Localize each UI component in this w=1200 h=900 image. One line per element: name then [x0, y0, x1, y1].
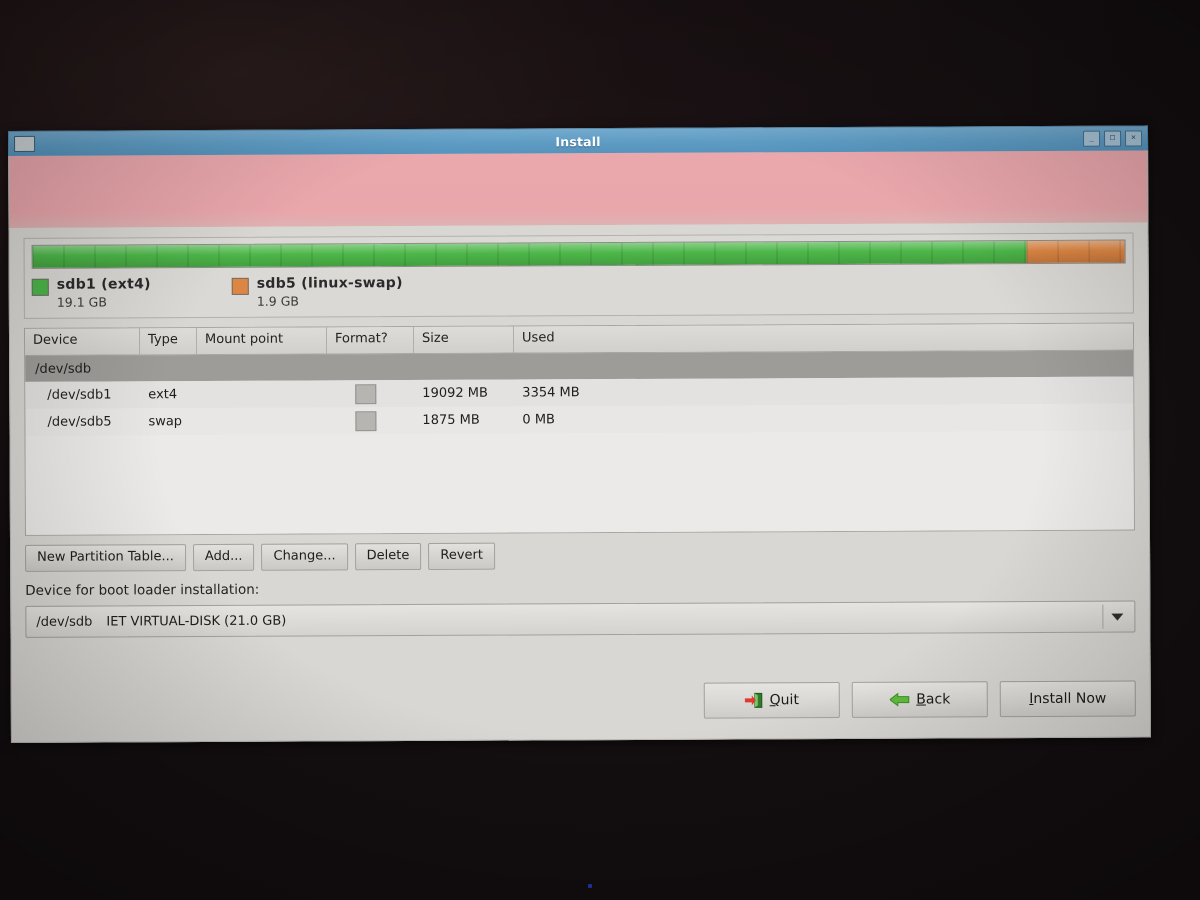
legend-swatch-orange — [231, 277, 249, 295]
column-header-format[interactable]: Format? — [326, 327, 415, 354]
maximize-button[interactable]: □ — [1104, 130, 1122, 147]
back-label-rest: ack — [925, 691, 951, 708]
cell-size: 19092 MB — [422, 385, 488, 401]
column-header-device[interactable]: Device — [24, 328, 141, 355]
dropdown-arrow-button[interactable] — [1102, 604, 1132, 629]
back-mnemonic: B — [916, 691, 926, 708]
cell-size: 1875 MB — [422, 412, 480, 428]
partition-usage-bar — [31, 239, 1126, 269]
bootloader-device-select[interactable]: /dev/sdb IET VIRTUAL-DISK (21.0 GB) — [25, 600, 1136, 639]
back-label: Back — [916, 691, 950, 707]
partition-action-bar: New Partition Table... Add... Change... … — [25, 539, 1135, 573]
column-header-mount-point[interactable]: Mount point — [196, 327, 328, 355]
legend-label-sdb5: sdb5 (linux-swap) — [256, 275, 403, 292]
quit-door-icon — [744, 692, 763, 708]
arrow-left-icon — [889, 692, 909, 707]
quit-mnemonic: Q — [769, 692, 781, 709]
dialog-footer: Quit Back Install Now — [703, 680, 1136, 719]
install-label-rest: nstall Now — [1033, 690, 1107, 707]
cell-used: 3354 MB — [522, 385, 580, 401]
table-empty-area — [25, 430, 1135, 536]
close-button[interactable]: ✕ — [1125, 130, 1143, 147]
installer-blank-canvas — [8, 150, 1149, 228]
cell-device: /dev/sdb1 — [47, 387, 112, 403]
cell-format — [327, 383, 414, 404]
quit-button[interactable]: Quit — [703, 681, 840, 719]
legend-size-sdb5: 1.9 GB — [256, 293, 299, 309]
column-header-used[interactable]: Used — [513, 323, 1134, 353]
partition-table[interactable]: Device Type Mount point Format? Size Use… — [23, 322, 1135, 536]
window-title: Install — [555, 133, 601, 149]
partition-legend: sdb1 (ext4) 19.1 GB sdb5 (linux-swap) 1.… — [31, 272, 1126, 310]
cell-device: /dev/sdb5 — [47, 414, 112, 430]
cell-used: 0 MB — [522, 412, 556, 428]
bootloader-device-path: /dev/sdb — [36, 614, 93, 630]
revert-button[interactable]: Revert — [428, 542, 496, 571]
cell-type: ext4 — [148, 387, 178, 403]
new-partition-table-button[interactable]: New Partition Table... — [25, 544, 186, 573]
format-checkbox[interactable] — [355, 383, 377, 404]
install-now-button[interactable]: Install Now — [999, 680, 1136, 718]
column-header-size[interactable]: Size — [413, 326, 515, 354]
back-button[interactable]: Back — [851, 681, 988, 718]
delete-button[interactable]: Delete — [354, 542, 422, 571]
legend-size-sdb1: 19.1 GB — [56, 294, 107, 310]
stray-blue-pixel — [588, 884, 592, 888]
minimize-button[interactable]: _ — [1083, 130, 1101, 147]
change-button[interactable]: Change... — [261, 543, 348, 572]
format-checkbox[interactable] — [355, 410, 377, 431]
partition-segment-sdb5[interactable] — [1026, 240, 1125, 264]
cell-format — [327, 410, 414, 431]
column-header-type[interactable]: Type — [139, 328, 198, 355]
bootloader-label: Device for boot loader installation: — [25, 582, 260, 600]
cell-mount-point — [197, 421, 327, 422]
window-controls: _ □ ✕ — [1083, 130, 1143, 147]
bootloader-selected-value: /dev/sdb IET VIRTUAL-DISK (21.0 GB) — [26, 613, 286, 629]
install-window: Install _ □ ✕ sdb1 (ext4) 19.1 GB sdb5 (… — [8, 125, 1151, 743]
bootloader-device-description: IET VIRTUAL-DISK (21.0 GB) — [106, 613, 287, 630]
chevron-down-icon — [1111, 613, 1124, 621]
add-button[interactable]: Add... — [192, 543, 255, 572]
cell-mount-point — [197, 394, 327, 395]
legend-label-sdb1: sdb1 (ext4) — [56, 276, 151, 293]
partition-segment-sdb1[interactable] — [32, 241, 1027, 268]
quit-label-rest: uit — [780, 692, 799, 709]
legend-swatch-green — [31, 278, 49, 296]
legend-item-sdb5: sdb5 (linux-swap) 1.9 GB — [231, 275, 403, 309]
quit-label: Quit — [770, 692, 799, 708]
partitioner-content: sdb1 (ext4) 19.1 GB sdb5 (linux-swap) 1.… — [8, 222, 1151, 743]
legend-item-sdb1: sdb1 (ext4) 19.1 GB — [31, 276, 232, 310]
install-now-label: Install Now — [1029, 691, 1106, 707]
partition-usage-panel: sdb1 (ext4) 19.1 GB sdb5 (linux-swap) 1.… — [23, 232, 1134, 319]
cell-type: swap — [148, 414, 183, 430]
